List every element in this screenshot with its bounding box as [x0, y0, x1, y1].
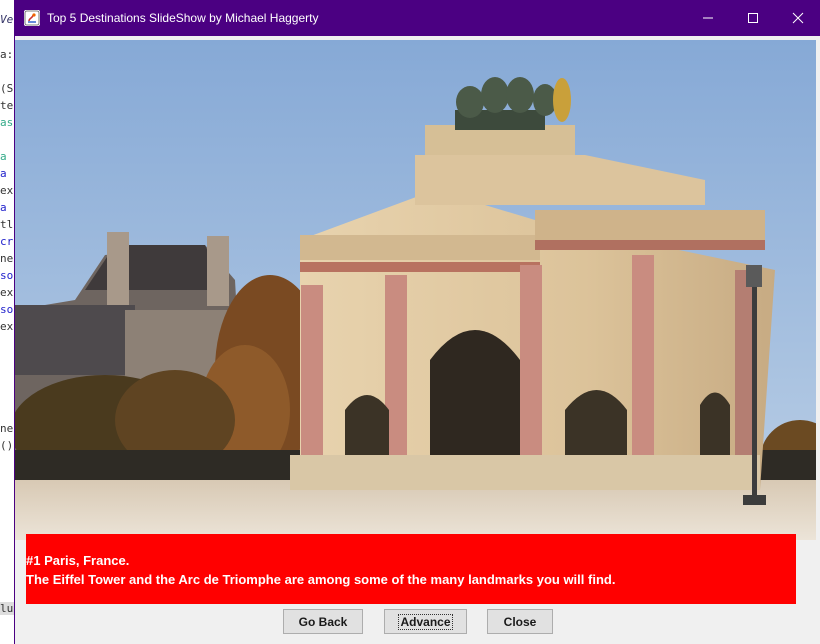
editor-fragment: Ve [0, 13, 14, 26]
caption-title: #1 Paris, France. [26, 553, 130, 568]
advance-button[interactable]: Advance [384, 609, 467, 634]
window-close-button[interactable] [775, 0, 820, 36]
editor-fragment: () [0, 439, 14, 452]
editor-fragment: so [0, 303, 14, 316]
editor-fragment: tl [0, 218, 14, 231]
editor-fragment: a: [0, 48, 14, 61]
go-back-label: Go Back [298, 614, 348, 629]
minimize-button[interactable] [685, 0, 731, 36]
window-title: Top 5 Destinations SlideShow by Michael … [47, 11, 319, 25]
close-label: Close [503, 614, 537, 629]
java-app-icon [24, 10, 40, 26]
editor-fragment: ne [0, 422, 14, 435]
minimize-icon [703, 17, 713, 19]
editor-fragment: a [0, 167, 7, 180]
maximize-icon [748, 13, 758, 23]
slide-caption: #1 Paris, France. The Eiffel Tower and t… [26, 534, 796, 604]
editor-fragment: so [0, 269, 14, 282]
close-button[interactable]: Close [487, 609, 553, 634]
slide-image [15, 40, 816, 540]
maximize-button[interactable] [730, 0, 776, 36]
title-bar[interactable]: Top 5 Destinations SlideShow by Michael … [15, 0, 820, 36]
go-back-button[interactable]: Go Back [283, 609, 363, 634]
close-icon [792, 12, 804, 24]
editor-fragment: a [0, 201, 7, 214]
slideshow-window: Top 5 Destinations SlideShow by Michael … [14, 0, 820, 644]
editor-fragment: ne [0, 252, 14, 265]
editor-fragment: a [0, 150, 7, 163]
advance-label: Advance [398, 613, 453, 630]
caption-description: The Eiffel Tower and the Arc de Triomphe… [26, 572, 616, 587]
